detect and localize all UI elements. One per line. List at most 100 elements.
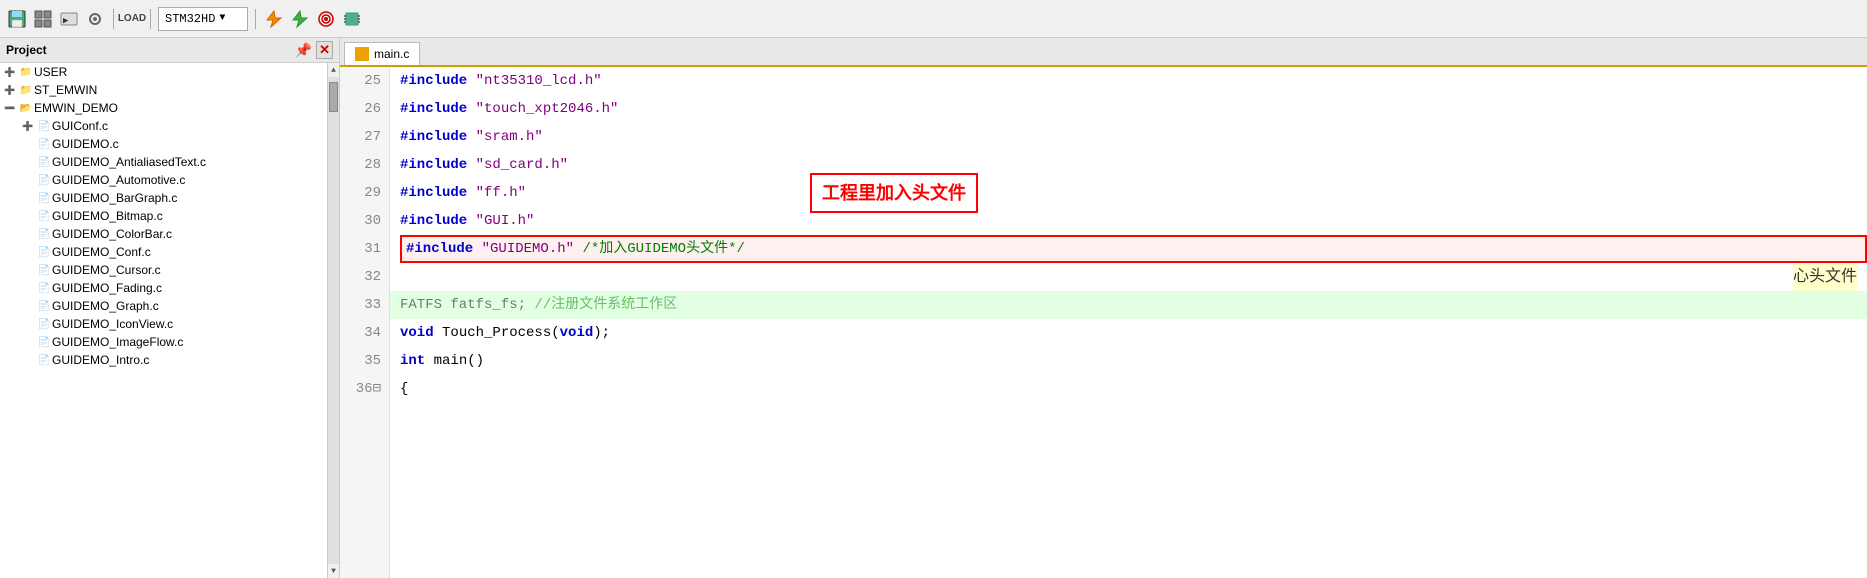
scroll-thumb[interactable] [329, 82, 338, 112]
tree-item-label: GUIDEMO_AntialiasedText.c [52, 155, 206, 169]
tree-item-label: GUIDEMO_Conf.c [52, 245, 151, 259]
code-text [467, 67, 475, 95]
annotation-box: 工程里加入头文件 [810, 173, 978, 213]
code-text [467, 123, 475, 151]
project-panel-header: Project 📌 ✕ [0, 38, 339, 63]
gear-icon[interactable] [84, 8, 106, 30]
scroll-down-arrow[interactable]: ▼ [328, 564, 340, 578]
svg-text:▶: ▶ [63, 16, 69, 26]
sidebar-scrollbar[interactable]: ▲ ▼ [327, 63, 339, 578]
tree-item-guiconf[interactable]: ➕ 📄 GUIConf.c [0, 117, 327, 135]
file-icon: 📄 [36, 136, 52, 152]
code-text [467, 151, 475, 179]
code-line-34: void Touch_Process( void ); [400, 319, 1867, 347]
keyword-void: void [400, 319, 434, 347]
tree-item-label: GUIDEMO_Graph.c [52, 299, 159, 313]
tab-label: main.c [374, 47, 409, 61]
line-numbers: 25 26 27 28 29 30 31 32 33 34 35 36⊟ [340, 67, 390, 578]
tree-item-guidemo-cursor[interactable]: 📄 GUIDEMO_Cursor.c [0, 261, 327, 279]
grid-icon[interactable] [32, 8, 54, 30]
file-icon: 📄 [36, 154, 52, 170]
file-icon: 📄 [36, 118, 52, 134]
folder-icon: 📁 [18, 64, 34, 80]
tree-item-guidemo-iconview[interactable]: 📄 GUIDEMO_IconView.c [0, 315, 327, 333]
target-dropdown[interactable]: STM32HD ▼ [158, 7, 248, 31]
string-literal: "GUI.h" [476, 207, 535, 235]
tree-item-guidemo-imageflow[interactable]: 📄 GUIDEMO_ImageFlow.c [0, 333, 327, 351]
tree-item-emwindemo[interactable]: ➖ 📂 EMWIN_DEMO [0, 99, 327, 117]
keyword-void2: void [560, 319, 594, 347]
tree-item-label: GUIDEMO_ColorBar.c [52, 227, 172, 241]
code-line-28: #include "sd_card.h" [400, 151, 1867, 179]
keyword-include: #include [400, 67, 467, 95]
scroll-up-arrow[interactable]: ▲ [328, 63, 340, 77]
code-text: Touch_Process( [434, 319, 560, 347]
code-content: 25 26 27 28 29 30 31 32 33 34 35 36⊟ [340, 67, 1867, 578]
tab-main-c[interactable]: main.c [344, 42, 420, 65]
tree-item-guidemo-graph[interactable]: 📄 GUIDEMO_Graph.c [0, 297, 327, 315]
tree-item-guidemo-colorbar[interactable]: 📄 GUIDEMO_ColorBar.c [0, 225, 327, 243]
debug-icon[interactable] [289, 8, 311, 30]
code-text [467, 207, 475, 235]
code-text [467, 95, 475, 123]
tree-item-label: GUIConf.c [52, 119, 108, 133]
pin-icon[interactable]: 📌 [295, 42, 312, 59]
tree-item-guidemo-bitmap[interactable]: 📄 GUIDEMO_Bitmap.c [0, 207, 327, 225]
tree-item-label: USER [34, 65, 67, 79]
chip-icon[interactable] [341, 8, 363, 30]
keyword-include: #include [406, 235, 473, 263]
expand-icon: ➕ [2, 82, 18, 98]
target-icon[interactable] [315, 8, 337, 30]
tree-item-label: GUIDEMO_Cursor.c [52, 263, 161, 277]
code-line-26: #include "touch_xpt2046.h" [400, 95, 1867, 123]
keyword-include: #include [400, 179, 467, 207]
tree-item-user[interactable]: ➕ 📁 USER [0, 63, 327, 81]
code-line-29: #include "ff.h" [400, 179, 1867, 207]
scroll-track[interactable] [328, 77, 339, 564]
tree-item-guidemo-bargraph[interactable]: 📄 GUIDEMO_BarGraph.c [0, 189, 327, 207]
close-icon[interactable]: ✕ [316, 41, 333, 59]
code-text: main() [425, 347, 484, 375]
file-tab-icon [355, 47, 369, 61]
code-line-25: #include "nt35310_lcd.h" [400, 67, 1867, 95]
tree-item-label: EMWIN_DEMO [34, 101, 118, 115]
tree-item-guidemo-antialiased[interactable]: 📄 GUIDEMO_AntialiasedText.c [0, 153, 327, 171]
keyword-include: #include [400, 151, 467, 179]
code-text [574, 235, 582, 263]
string-literal: "sram.h" [476, 123, 543, 151]
expand-icon: ➕ [2, 64, 18, 80]
code-text: FATFS fatfs_fs; [400, 291, 534, 319]
code-line-33: FATFS fatfs_fs; //注册文件系统工作区 [400, 291, 1867, 319]
tree-item-guidemo[interactable]: 📄 GUIDEMO.c [0, 135, 327, 153]
file-icon: 📄 [36, 244, 52, 260]
file-icon: 📄 [36, 316, 52, 332]
tree-item-guidemo-intro[interactable]: 📄 GUIDEMO_Intro.c [0, 351, 327, 369]
file-icon: 📄 [36, 298, 52, 314]
tree-item-label: GUIDEMO_IconView.c [52, 317, 173, 331]
comment-text: /*加入GUIDEMO头文件*/ [582, 235, 744, 263]
collapse-icon: ➖ [2, 100, 18, 116]
folder-open-icon: 📂 [18, 100, 34, 116]
string-literal: "sd_card.h" [476, 151, 568, 179]
tree-item-guidemo-conf[interactable]: 📄 GUIDEMO_Conf.c [0, 243, 327, 261]
string-literal: "ff.h" [476, 179, 526, 207]
main-layout: Project 📌 ✕ ➕ 📁 USER ➕ 📁 ST_EMWIN [0, 38, 1867, 578]
tree-item-guidemo-fading[interactable]: 📄 GUIDEMO_Fading.c [0, 279, 327, 297]
annotation-text: 工程里加入头文件 [822, 183, 966, 203]
tree-item-stemwin[interactable]: ➕ 📁 ST_EMWIN [0, 81, 327, 99]
save-icon[interactable] [6, 8, 28, 30]
file-icon: 📄 [36, 262, 52, 278]
tree-item-label: GUIDEMO_Bitmap.c [52, 209, 163, 223]
code-lines: #include "nt35310_lcd.h" #include "touch… [390, 67, 1867, 578]
keyword-include: #include [400, 95, 467, 123]
flash-icon[interactable] [263, 8, 285, 30]
code-text [467, 179, 475, 207]
project-tree[interactable]: ➕ 📁 USER ➕ 📁 ST_EMWIN ➖ 📂 EMWIN_DEMO [0, 63, 327, 578]
code-editor[interactable]: 25 26 27 28 29 30 31 32 33 34 35 36⊟ [340, 67, 1867, 578]
tree-item-label: GUIDEMO.c [52, 137, 119, 151]
string-literal: "GUIDEMO.h" [482, 235, 574, 263]
tree-item-label: ST_EMWIN [34, 83, 97, 97]
build-icon[interactable]: ▶ [58, 8, 80, 30]
load-icon[interactable]: LOAD [121, 8, 143, 30]
tree-item-guidemo-automotive[interactable]: 📄 GUIDEMO_Automotive.c [0, 171, 327, 189]
